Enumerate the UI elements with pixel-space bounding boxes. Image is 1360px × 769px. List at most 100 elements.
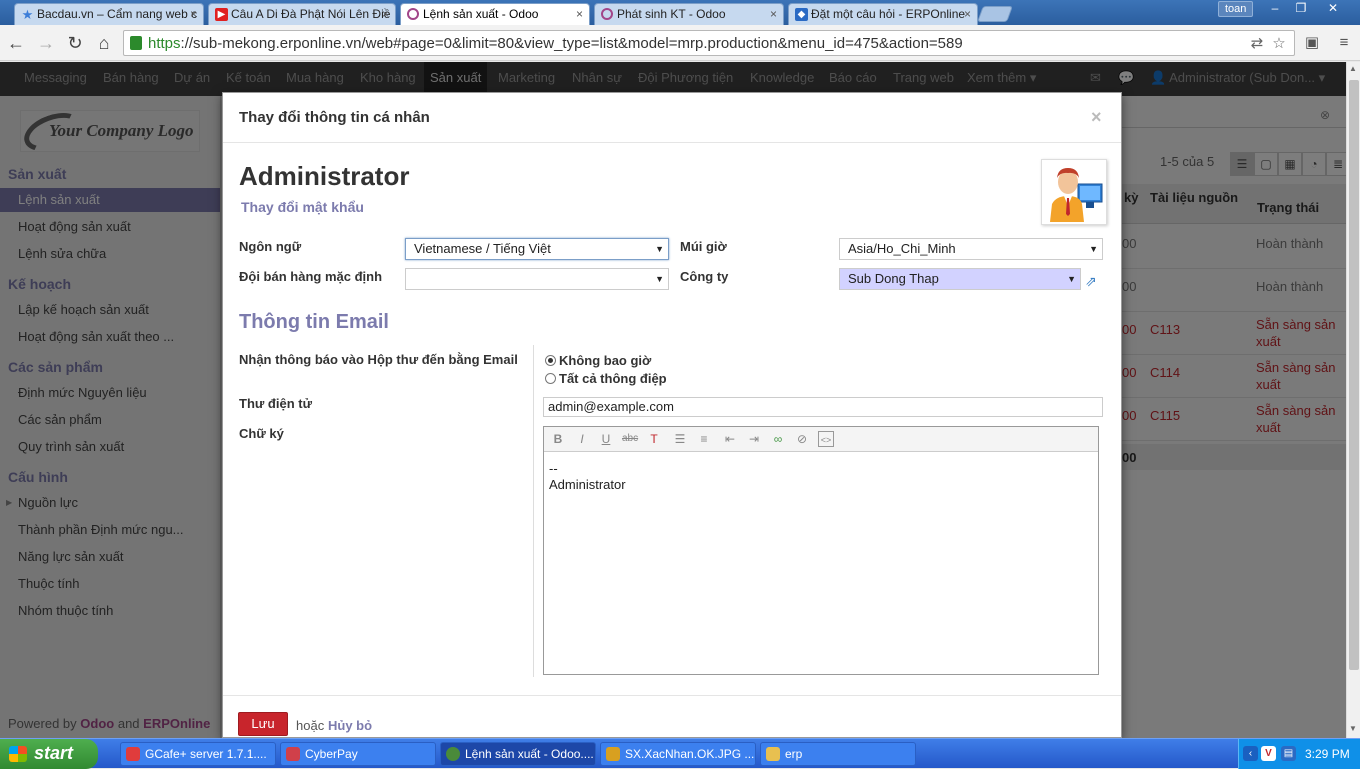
notify-label: Nhận thông báo vào Hộp thư đến bằng Emai… (239, 352, 518, 367)
taskbar-item-label: SX.XacNhan.OK.JPG ... (625, 747, 755, 761)
restore-icon[interactable]: ❐ (1288, 1, 1314, 17)
taskbar-item-label: erp (785, 747, 803, 761)
email-field[interactable]: admin@example.com (543, 397, 1103, 417)
save-button[interactable]: Lưu (238, 712, 288, 736)
clock[interactable]: 3:29 PM (1305, 747, 1350, 761)
tab-label: Bacdau.vn – Cẩm nang web c (37, 7, 198, 21)
page-scrollbar[interactable]: ▲ ▼ (1346, 62, 1360, 738)
home-icon[interactable]: ⌂ (92, 31, 116, 55)
taskbar-item-chrome[interactable]: Lệnh sản xuất - Odoo.... (440, 742, 596, 766)
scroll-down-icon[interactable]: ▼ (1349, 724, 1357, 733)
url-text: https://sub-mekong.erponline.vn/web#page… (148, 35, 963, 52)
folder-icon (766, 747, 780, 761)
source-code-icon[interactable]: <> (818, 431, 834, 447)
tab-label: Đặt một câu hỏi - ERPOnline (811, 7, 966, 21)
antivirus-icon[interactable]: V (1261, 746, 1276, 761)
cancel-link[interactable]: Hủy bỏ (328, 718, 372, 733)
italic-icon[interactable]: I (574, 431, 590, 447)
address-bar[interactable]: https://sub-mekong.erponline.vn/web#page… (123, 30, 1295, 56)
start-button[interactable]: start (0, 739, 98, 769)
browser-tab-bacdau[interactable]: ★ Bacdau.vn – Cẩm nang web c × (14, 3, 204, 25)
timezone-select[interactable]: Asia/Ho_Chi_Minh ▼ (839, 238, 1103, 260)
language-select[interactable]: Vietnamese / Tiếng Việt ▼ (405, 238, 669, 260)
change-password-link[interactable]: Thay đổi mật khẩu (241, 199, 364, 215)
taskbar-item-image[interactable]: SX.XacNhan.OK.JPG ... (600, 742, 756, 766)
close-tab-icon[interactable]: × (190, 4, 197, 24)
browser-tab-odoo-accounting[interactable]: Phát sinh KT - Odoo × (594, 3, 784, 25)
network-icon[interactable]: ▤ (1281, 746, 1296, 761)
close-window-icon[interactable]: ✕ (1320, 1, 1346, 17)
sales-team-select[interactable]: ▼ (405, 268, 669, 290)
company-select[interactable]: Sub Dong Thap ▼ (839, 268, 1081, 290)
scroll-up-icon[interactable]: ▲ (1349, 64, 1357, 73)
minimize-icon[interactable]: – (1262, 1, 1288, 17)
forward-icon[interactable]: → (34, 31, 58, 55)
close-tab-icon[interactable]: × (964, 4, 971, 24)
bookmark-star-icon[interactable]: ☆ (1270, 35, 1288, 53)
taskbar-item-label: CyberPay (305, 747, 358, 761)
close-tab-icon[interactable]: × (770, 4, 777, 24)
user-avatar-icon (1050, 168, 1103, 222)
taskbar-item-erp-folder[interactable]: erp (760, 742, 916, 766)
dropdown-caret-icon: ▼ (655, 244, 664, 254)
menu-icon[interactable]: ≡ (1334, 33, 1354, 53)
back-icon[interactable]: ← (4, 31, 28, 55)
close-tab-icon[interactable]: × (576, 4, 583, 24)
preferences-dialog: Thay đổi thông tin cá nhân × Administrat… (222, 92, 1122, 738)
outdent-icon[interactable]: ⇤ (722, 431, 738, 447)
strikethrough-icon[interactable]: abc (622, 431, 638, 447)
signature-editor[interactable]: B I U abc T ☰ ≡ ⇤ ⇥ ∞ ⊘ <> -- Administra… (543, 426, 1099, 675)
signature-label: Chữ ký (239, 426, 284, 441)
browser-tab-odoo-production[interactable]: Lệnh sản xuất - Odoo × (400, 3, 590, 25)
browser-user-badge[interactable]: toan (1218, 1, 1254, 17)
bullet-list-icon[interactable]: ☰ (672, 431, 688, 447)
browser-tab-erponline[interactable]: ◆ Đặt một câu hỏi - ERPOnline × (788, 3, 978, 25)
browser-tab-youtube[interactable]: ▶ Câu A Di Đà Phật Nói Lên Điề × (208, 3, 396, 25)
dropdown-caret-icon: ▼ (1067, 274, 1076, 284)
scrollbar-thumb[interactable] (1349, 80, 1359, 670)
tray-arrow-icon[interactable]: ‹ (1243, 746, 1258, 761)
taskbar-item-gcafe[interactable]: GCafe+ server 1.7.1.... (120, 742, 276, 766)
avatar[interactable] (1041, 159, 1107, 225)
email-label: Thư điện tử (239, 396, 312, 411)
external-link-icon[interactable]: ⇗ (1085, 273, 1103, 289)
signature-content[interactable]: -- Administrator (549, 461, 626, 493)
dropdown-caret-icon: ▼ (655, 274, 664, 284)
unlink-icon[interactable]: ⊘ (794, 431, 810, 447)
notify-option-label: Tất cả thông điệp (559, 371, 667, 386)
close-tab-icon[interactable]: × (382, 4, 389, 24)
timezone-value: Asia/Ho_Chi_Minh (848, 241, 956, 256)
cyberpay-icon (286, 747, 300, 761)
sales-team-label: Đội bán hàng mặc định (239, 269, 383, 284)
user-name: Administrator (239, 161, 410, 191)
notify-option-all[interactable]: Tất cả thông điệp (545, 371, 667, 386)
language-value: Vietnamese / Tiếng Việt (414, 241, 551, 256)
radio-icon[interactable] (545, 373, 556, 384)
url-scheme: https (148, 35, 181, 52)
close-icon[interactable]: × (1091, 107, 1102, 128)
chrome-icon (446, 747, 460, 761)
bold-icon[interactable]: B (550, 431, 566, 447)
taskbar-item-cyberpay[interactable]: CyberPay (280, 742, 436, 766)
remove-format-icon[interactable]: T (646, 431, 662, 447)
numbered-list-icon[interactable]: ≡ (696, 431, 712, 447)
start-label: start (34, 743, 74, 763)
browser-tab-strip: ★ Bacdau.vn – Cẩm nang web c × ▶ Câu A D… (0, 0, 1360, 25)
dialog-title: Thay đổi thông tin cá nhân (239, 109, 430, 126)
tab-label: Câu A Di Đà Phật Nói Lên Điề (231, 7, 391, 21)
radio-selected-icon[interactable] (545, 355, 556, 366)
dropdown-caret-icon: ▼ (1089, 244, 1098, 254)
lock-icon (130, 36, 142, 50)
dialog-footer: Lưu hoặc Hủy bỏ (223, 695, 1121, 739)
notify-option-never[interactable]: Không bao giờ (545, 353, 651, 368)
new-tab-button[interactable] (977, 6, 1013, 22)
image-viewer-icon (606, 747, 620, 761)
language-label: Ngôn ngữ (239, 239, 302, 254)
underline-icon[interactable]: U (598, 431, 614, 447)
translate-icon[interactable]: ⇄ (1248, 35, 1266, 53)
link-icon[interactable]: ∞ (770, 431, 786, 447)
reload-icon[interactable]: ↻ (63, 31, 87, 55)
indent-icon[interactable]: ⇥ (746, 431, 762, 447)
extension-icon[interactable]: ▣ (1302, 33, 1322, 53)
or-text: hoặc (296, 718, 325, 733)
